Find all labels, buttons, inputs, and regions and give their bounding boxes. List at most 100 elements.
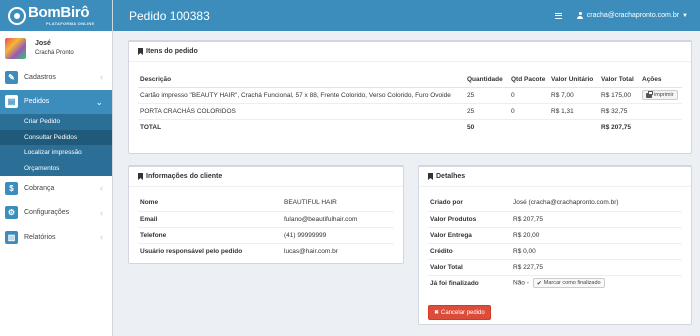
- mark-finalized-label: Marcar como finalizado: [543, 280, 601, 287]
- item-actions: imprimir: [640, 87, 682, 104]
- menu-lines-icon[interactable]: [554, 12, 562, 19]
- pencil-icon: ✎: [5, 70, 18, 84]
- finalized-status: Não - ✔ Marcar como finalizado: [511, 275, 682, 291]
- client-name: BEAUTIFUL HAIR: [282, 195, 394, 212]
- client-phone: (41) 99999999: [282, 227, 394, 244]
- submenu-item-criar-pedido[interactable]: Criar Pedido: [0, 114, 112, 130]
- print-button[interactable]: imprimir: [642, 90, 678, 100]
- created-by: José (cracha@crachapronto.com.br): [511, 195, 682, 212]
- bar-chart-icon: ▥: [5, 230, 18, 244]
- brand-mark-icon: [8, 6, 26, 25]
- item-actions: [640, 103, 682, 120]
- finalized-value: Não -: [513, 279, 529, 287]
- gear-icon: ⚙: [5, 206, 18, 220]
- chevron-down-icon: ⌄: [95, 96, 103, 107]
- items-box-title: Itens do pedido: [146, 48, 198, 55]
- submenu-item-consultar-pedidos[interactable]: Consultar Pedidos: [0, 129, 112, 145]
- avatar: [5, 37, 26, 59]
- user-panel: José Crachá Pronto: [0, 31, 112, 65]
- sidebar-item-configuracoes[interactable]: ⚙ Configurações ‹: [0, 201, 112, 226]
- table-row: Valor Total R$ 227,75: [428, 259, 682, 276]
- sidebar-item-label: Cadastros: [24, 73, 56, 81]
- column-header: Qtd Pacote: [509, 73, 549, 88]
- table-row: Crédito R$ 0,00: [428, 243, 682, 260]
- mark-finalized-button[interactable]: ✔ Marcar como finalizado: [532, 278, 605, 289]
- client-field-label: Telefone: [138, 227, 282, 244]
- cancel-order-label: Cancelar pedido: [441, 309, 485, 316]
- table-row: Já foi finalizado Não - ✔ Marcar como fi…: [428, 275, 682, 291]
- column-header: Valor Total: [599, 73, 640, 88]
- details-box: Detalhes Criado por José (cracha@crachap…: [418, 165, 692, 325]
- item-description: PORTA CRACHÁS COLORIDOS: [138, 103, 465, 120]
- total-label: TOTAL: [140, 123, 162, 131]
- details-header: Detalhes: [419, 167, 691, 187]
- detail-label: Já foi finalizado: [430, 279, 479, 287]
- client-email: fulano@beautifulhair.com: [282, 211, 394, 228]
- items-table: Descrição Quantidade Qtd Pacote Valor Un…: [138, 73, 682, 135]
- client-field-label: Nome: [138, 195, 282, 212]
- column-header: Quantidade: [465, 73, 509, 88]
- delivery-value: R$ 20,00: [511, 227, 682, 244]
- item-quantity: 25: [465, 87, 509, 104]
- submenu-item-localizar-impressao[interactable]: Localizar impressão: [0, 145, 112, 161]
- items-box: Itens do pedido Descrição Quantidade Qtd…: [128, 40, 692, 154]
- brand-name: BomBirô: [28, 4, 90, 21]
- sidebar-item-cadastros[interactable]: ✎ Cadastros ‹: [0, 65, 112, 90]
- sidebar-item-pedidos[interactable]: ▤ Pedidos ⌄: [0, 89, 112, 114]
- user-company: Crachá Pronto: [35, 50, 74, 56]
- item-total-price: R$ 32,75: [599, 103, 640, 120]
- table-row: Valor Entrega R$ 20,00: [428, 227, 682, 244]
- table-row: Criado por José (cracha@crachapronto.com…: [428, 195, 682, 212]
- client-field-label: Usuário responsável pelo pedido: [140, 247, 243, 255]
- item-quantity: 25: [465, 103, 509, 120]
- bookmark-icon: [428, 173, 433, 180]
- document-icon: ▤: [5, 95, 18, 109]
- item-description: Cartão impresso "BEAUTY HAIR", Crachá Fu…: [138, 87, 465, 104]
- column-header: Valor Unitário: [549, 73, 599, 88]
- table-row: Telefone (41) 99999999: [138, 227, 394, 244]
- products-value: R$ 207,75: [511, 211, 682, 228]
- item-unit-price: R$ 7,00: [549, 87, 599, 104]
- sidebar-item-cobranca[interactable]: $ Cobrança ‹: [0, 176, 112, 201]
- detail-label: Valor Total: [428, 259, 511, 276]
- total-row: TOTAL 50 R$ 207,75: [138, 119, 682, 135]
- brand-tagline: PLATAFORMA ONLINE: [46, 21, 95, 26]
- user-icon: [577, 12, 584, 19]
- close-icon: ✖: [434, 310, 440, 316]
- page-title: Pedido 100383: [129, 8, 210, 23]
- total-value: R$ 207,75: [601, 123, 631, 131]
- item-package-qty: 0: [509, 103, 549, 120]
- cancel-order-button[interactable]: ✖ Cancelar pedido: [428, 305, 491, 320]
- sidebar-item-label: Relatórios: [24, 233, 56, 241]
- item-unit-price: R$ 1,31: [549, 103, 599, 120]
- column-header: Descrição: [138, 73, 465, 88]
- dollar-icon: $: [5, 181, 18, 195]
- check-icon: ✔: [536, 280, 542, 287]
- sidebar-item-label: Cobrança: [24, 184, 55, 192]
- credit-value: R$ 0,00: [511, 243, 682, 260]
- caret-down-icon[interactable]: ▼: [682, 13, 688, 19]
- table-row: Email fulano@beautifulhair.com: [138, 211, 394, 228]
- item-total-price: R$ 175,00: [599, 87, 640, 104]
- top-bar: Pedido 100383 cracha@crachapronto.com.br…: [113, 0, 700, 31]
- details-table: Criado por José (cracha@crachapronto.com…: [428, 195, 682, 291]
- user-email[interactable]: cracha@crachapronto.com.br: [587, 12, 679, 19]
- column-header: Ações: [640, 73, 682, 88]
- pedidos-submenu: Criar Pedido Consultar Pedidos Localizar…: [0, 114, 112, 176]
- table-row: PORTA CRACHÁS COLORIDOS 25 0 R$ 1,31 R$ …: [138, 103, 682, 120]
- sidebar-item-relatorios[interactable]: ▥ Relatórios ‹: [0, 225, 112, 250]
- sidebar-item-label: Configurações: [24, 209, 70, 217]
- item-package-qty: 0: [509, 87, 549, 104]
- responsible-user: lucas@hair.com.br: [284, 247, 338, 255]
- client-info-header: Informações do cliente: [129, 167, 403, 187]
- table-row: Cartão impresso "BEAUTY HAIR", Crachá Fu…: [138, 87, 682, 104]
- brand-logo[interactable]: BomBirô PLATAFORMA ONLINE: [0, 0, 112, 31]
- total-quantity: 50: [467, 123, 475, 131]
- submenu-item-orcamentos[interactable]: Orçamentos: [0, 161, 112, 177]
- chevron-left-icon: ‹: [100, 183, 103, 193]
- chevron-left-icon: ‹: [100, 72, 103, 82]
- details-title: Detalhes: [436, 173, 466, 180]
- items-table-header: Descrição Quantidade Qtd Pacote Valor Un…: [138, 73, 682, 88]
- total-value: R$ 227,75: [511, 259, 682, 276]
- sidebar: BomBirô PLATAFORMA ONLINE José Crachá Pr…: [0, 0, 113, 336]
